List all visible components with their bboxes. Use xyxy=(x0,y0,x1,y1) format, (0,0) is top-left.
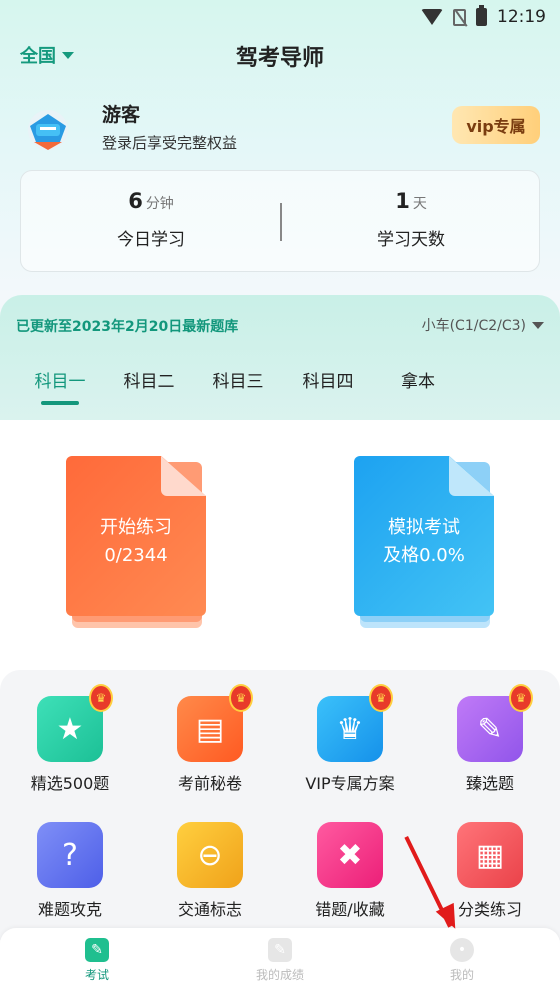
status-time: 12:19 xyxy=(497,7,546,27)
nav-label: 我的 xyxy=(449,968,474,982)
stat-today-label: 今日学习 xyxy=(117,230,185,250)
tab-get-license[interactable]: 拿本 xyxy=(373,367,463,392)
grid-item-label: 交通标志 xyxy=(177,900,242,919)
stat-days: 1天 学习天数 xyxy=(281,189,541,250)
vip-button[interactable]: vip专属 xyxy=(452,106,540,144)
report-icon: ✎ xyxy=(268,938,292,962)
tab-subject-4[interactable]: 科目四 xyxy=(283,367,373,392)
grid-item-label: 难题攻克 xyxy=(37,900,102,919)
status-bar: 12:19 xyxy=(0,0,560,34)
update-notice: 已更新至2023年2月20日最新题库 xyxy=(16,319,239,335)
grid-item-secret-paper[interactable]: ▤ ♛ 考前秘卷 xyxy=(140,684,280,794)
study-stats: 6 分钟 今日学习 1天 学习天数 xyxy=(20,170,540,272)
user-panel[interactable]: 游客 登录后享受完整权益 vip专属 xyxy=(20,96,540,156)
star-icon: ★ ♛ xyxy=(37,684,113,762)
active-tab-indicator xyxy=(41,401,79,405)
practice-title: 开始练习 xyxy=(100,517,172,538)
crown-badge-icon: ♛ xyxy=(369,684,393,712)
stat-today-unit: 分钟 xyxy=(145,196,174,212)
login-hint: 登录后享受完整权益 xyxy=(102,134,238,152)
exam-pass-rate: 及格0.0% xyxy=(383,545,465,566)
avatar xyxy=(28,110,68,150)
grid-item-vip-plan[interactable]: ♛ ♛ VIP专属方案 xyxy=(280,684,420,794)
user-name: 游客 xyxy=(102,104,141,126)
page-title: 驾考导师 xyxy=(235,46,324,71)
app-header: 全国 驾考导师 xyxy=(0,34,560,74)
scroll-icon: ▤ ♛ xyxy=(177,684,253,762)
tab-subject-1[interactable]: 科目一 xyxy=(15,367,105,392)
lightbulb-icon: ? xyxy=(37,822,103,888)
stat-today-value: 6 xyxy=(128,189,143,213)
grid-item-label: 精选500题 xyxy=(30,774,110,793)
no-sim-icon xyxy=(453,8,466,26)
stat-days-unit: 天 xyxy=(412,196,427,212)
wifi-icon xyxy=(421,9,443,25)
stat-days-label: 学习天数 xyxy=(377,230,445,250)
chevron-down-icon xyxy=(532,321,544,329)
car-type-label: 小车(C1/C2/C3) xyxy=(421,318,526,334)
sign-icon: ⊖ xyxy=(177,822,243,888)
grid-item-label: 考前秘卷 xyxy=(177,774,242,793)
nav-label: 考试 xyxy=(84,968,109,982)
grid-item-traffic-signs[interactable]: ⊖ 交通标志 xyxy=(140,822,280,920)
grid-item-label: VIP专属方案 xyxy=(305,774,395,793)
start-practice-card[interactable]: 开始练习 0/2344 xyxy=(66,456,206,628)
category-icon: ▦ xyxy=(457,822,523,888)
nav-label: 我的成绩 xyxy=(255,968,304,982)
grid-item-mistakes-favorites[interactable]: ✖ 错题/收藏 xyxy=(280,822,420,920)
battery-icon xyxy=(476,5,487,26)
crown-badge-icon: ♛ xyxy=(229,684,253,712)
exam-title: 模拟考试 xyxy=(388,517,460,538)
grid-item-hard-questions[interactable]: ? 难题攻克 xyxy=(0,822,140,920)
nav-exam[interactable]: ✎ 考试 xyxy=(37,938,157,983)
nav-my-scores[interactable]: ✎ 我的成绩 xyxy=(220,938,340,983)
profile-icon: • xyxy=(450,938,474,962)
car-type-selector[interactable]: 小车(C1/C2/C3) xyxy=(422,315,544,335)
nav-profile[interactable]: • 我的 xyxy=(402,938,522,983)
mock-exam-card[interactable]: 模拟考试 及格0.0% xyxy=(354,456,494,628)
crown-badge-icon: ♛ xyxy=(89,684,113,712)
grid-item-selected-500[interactable]: ★ ♛ 精选500题 xyxy=(0,684,140,794)
crown-icon: ♛ ♛ xyxy=(317,684,393,762)
grid-item-label: 错题/收藏 xyxy=(315,900,385,919)
tab-subject-3[interactable]: 科目三 xyxy=(193,367,283,392)
crown-badge-icon: ♛ xyxy=(509,684,533,712)
grid-item-label: 臻选题 xyxy=(465,774,514,793)
tab-subject-2[interactable]: 科目二 xyxy=(104,367,194,392)
bottom-nav: ✎ 考试 ✎ 我的成绩 • 我的 xyxy=(0,928,560,996)
practice-progress: 0/2344 xyxy=(104,545,168,566)
edit-icon: ✎ ♛ xyxy=(457,684,533,762)
notebook-icon: ✖ xyxy=(317,822,383,888)
stat-days-value: 1 xyxy=(395,189,410,213)
grid-item-premium-questions[interactable]: ✎ ♛ 臻选题 xyxy=(420,684,560,794)
pencil-icon: ✎ xyxy=(85,938,109,962)
subject-card: 已更新至2023年2月20日最新题库 小车(C1/C2/C3) 科目一 科目二 … xyxy=(0,295,560,425)
stat-today: 6 分钟 今日学习 xyxy=(21,189,281,250)
